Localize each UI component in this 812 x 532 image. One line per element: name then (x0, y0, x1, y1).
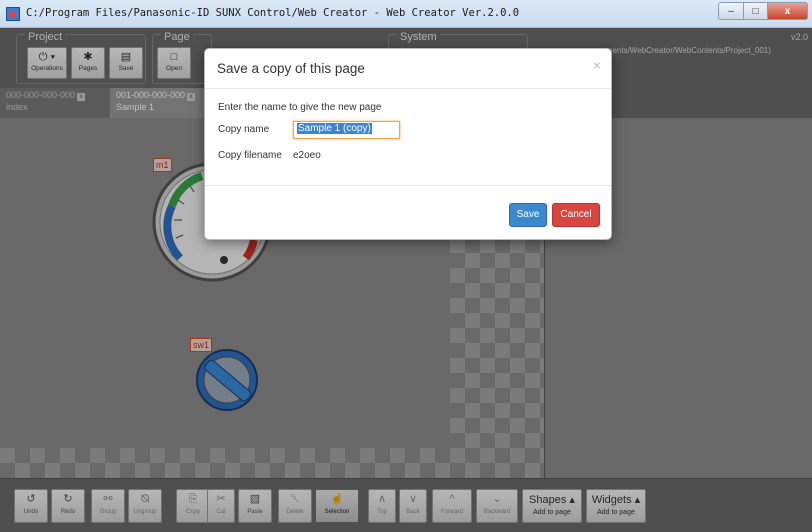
dialog-body: Enter the name to give the new page Copy… (205, 89, 611, 185)
minimize-button[interactable]: – (718, 2, 744, 20)
dialog-header: Save a copy of this page × (205, 49, 611, 89)
maximize-button[interactable]: □ (744, 2, 768, 20)
dialog-footer: Save Cancel (205, 185, 611, 241)
close-icon[interactable]: × (593, 57, 601, 73)
window-controls: – □ x (718, 2, 808, 20)
save-copy-dialog: Save a copy of this page × Enter the nam… (204, 48, 612, 240)
dialog-title: Save a copy of this page (217, 61, 365, 76)
copy-name-input[interactable]: Sample 1 (copy) (293, 121, 400, 139)
dialog-prompt: Enter the name to give the new page (218, 102, 382, 113)
window-titlebar[interactable]: C:/Program Files/Panasonic-ID SUNX Contr… (0, 0, 812, 28)
window-title: C:/Program Files/Panasonic-ID SUNX Contr… (26, 7, 520, 19)
cancel-button[interactable]: Cancel (552, 203, 600, 227)
close-window-button[interactable]: x (768, 2, 808, 20)
copy-filename-value: e2oeo (293, 150, 321, 161)
copy-name-selected-text: Sample 1 (copy) (297, 123, 372, 134)
app-icon (6, 7, 20, 21)
copy-filename-label: Copy filename (218, 150, 282, 161)
copy-name-label: Copy name (218, 124, 270, 135)
save-button[interactable]: Save (509, 203, 547, 227)
